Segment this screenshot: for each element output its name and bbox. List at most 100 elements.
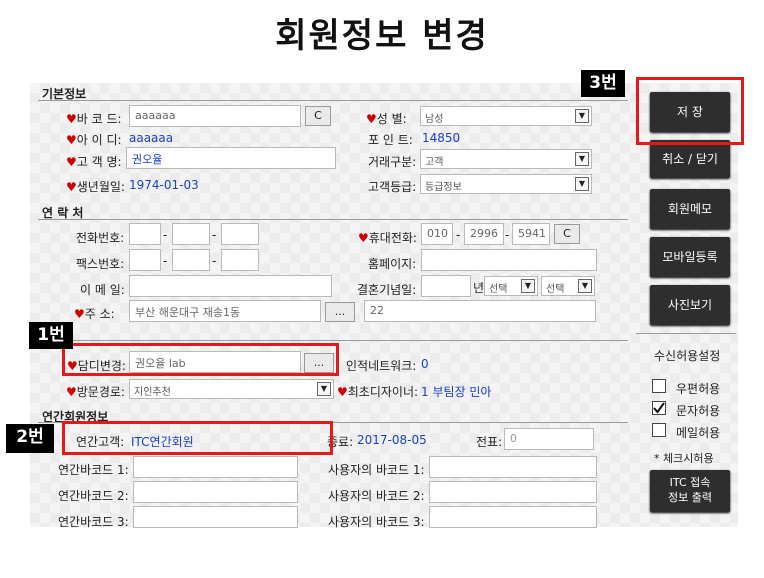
chevron-down-icon: ▼ bbox=[317, 382, 331, 396]
annual-barcode1-input[interactable] bbox=[133, 456, 298, 478]
ticket-label: 전표: bbox=[476, 435, 503, 449]
email-allow-label: 메일허용 bbox=[676, 426, 721, 440]
chevron-down-icon: ▼ bbox=[575, 152, 589, 166]
required-heart-icon: ♥ bbox=[66, 112, 77, 126]
dash: - bbox=[212, 254, 217, 268]
fax-label: 팩스번호: bbox=[76, 257, 125, 271]
anniversary-day-select[interactable]: 선택 ▼ bbox=[541, 276, 595, 296]
chevron-down-icon: ▼ bbox=[521, 279, 535, 293]
phone-part3[interactable] bbox=[221, 223, 259, 245]
grade-label: 고객등급: bbox=[368, 180, 417, 194]
dash: - bbox=[456, 228, 461, 242]
page-title: 회원정보 변경 bbox=[275, 16, 489, 56]
receive-settings-title: 수신허용설정 bbox=[654, 349, 721, 363]
points-label: 포 인 트: bbox=[368, 133, 413, 147]
required-heart-icon: ♥ bbox=[66, 155, 77, 169]
annual-barcode3-input[interactable] bbox=[133, 506, 298, 528]
mobile-part2[interactable]: 2996 bbox=[464, 223, 504, 245]
designer-label: ♥최초디자이너: bbox=[337, 385, 419, 399]
itc-print-button[interactable]: ITC 접속 정보 출력 bbox=[650, 470, 730, 512]
mobile-register-button[interactable]: 모바일등록 bbox=[650, 237, 730, 277]
user-barcode3-label: 사용자의 바코드 3: bbox=[328, 515, 425, 529]
itc-print-line2: 정보 출력 bbox=[668, 491, 712, 504]
end-date-value: 2017-08-05 bbox=[357, 433, 427, 447]
chevron-down-icon: ▼ bbox=[578, 279, 592, 293]
chevron-down-icon: ▼ bbox=[575, 109, 589, 123]
annual-barcode2-input[interactable] bbox=[133, 481, 298, 503]
email-label: 이 메 일: bbox=[80, 283, 125, 297]
dash: - bbox=[163, 254, 168, 268]
mail-allow-checkbox[interactable] bbox=[652, 379, 666, 393]
user-barcode1-label: 사용자의 바코드 1: bbox=[328, 463, 425, 477]
dash: - bbox=[212, 228, 217, 242]
chevron-down-icon: ▼ bbox=[575, 177, 589, 191]
birth-value: 1974-01-03 bbox=[129, 178, 199, 192]
network-label: 인적네트워크: bbox=[346, 359, 417, 373]
sms-allow-checkbox[interactable] bbox=[652, 401, 666, 415]
fax-part3[interactable] bbox=[221, 249, 259, 271]
visit-select[interactable]: 지인추천 ▼ bbox=[129, 379, 334, 399]
tag-2: 2번 bbox=[6, 424, 54, 453]
mail-allow-label: 우편허용 bbox=[676, 382, 721, 396]
mobile-part1[interactable]: 010 bbox=[421, 223, 453, 245]
fax-part1[interactable] bbox=[129, 249, 161, 271]
user-barcode1-input[interactable] bbox=[429, 456, 597, 478]
user-barcode3-input[interactable] bbox=[429, 506, 597, 528]
annual-barcode1-label: 연간바코드 1: bbox=[58, 463, 129, 477]
required-heart-icon: ♥ bbox=[358, 231, 369, 245]
barcode-clear-button[interactable]: C bbox=[305, 106, 331, 126]
email-allow-checkbox[interactable] bbox=[652, 423, 666, 437]
barcode-label: ♥바 코 드: bbox=[66, 112, 122, 126]
designer-value: 1 부팀장 민아 bbox=[421, 385, 492, 399]
grade-select[interactable]: 등급정보 ▼ bbox=[420, 174, 592, 194]
required-heart-icon: ♥ bbox=[66, 180, 77, 194]
mobile-clear-button[interactable]: C bbox=[554, 224, 580, 244]
gender-select[interactable]: 남성 ▼ bbox=[420, 106, 592, 126]
fax-part2[interactable] bbox=[172, 249, 210, 271]
mobile-part3[interactable]: 5941 bbox=[512, 223, 550, 245]
section-divider bbox=[38, 219, 628, 220]
trade-label: 거래구분: bbox=[368, 155, 417, 169]
required-heart-icon: ♥ bbox=[366, 112, 377, 126]
name-input[interactable]: 권오율 bbox=[126, 147, 336, 169]
birth-label: ♥생년월일: bbox=[66, 180, 125, 194]
homepage-input[interactable] bbox=[421, 249, 597, 271]
address-detail-input[interactable]: 22 bbox=[364, 300, 596, 322]
section-divider bbox=[38, 340, 628, 341]
member-memo-button[interactable]: 회원메모 bbox=[650, 189, 730, 229]
sidebar-divider bbox=[636, 333, 736, 334]
user-barcode2-label: 사용자의 바코드 2: bbox=[328, 489, 425, 503]
mobile-label: ♥휴대전화: bbox=[358, 231, 417, 245]
name-label: ♥고 객 명: bbox=[66, 155, 122, 169]
visit-label: ♥방문경로: bbox=[66, 385, 125, 399]
tag-1: 1번 bbox=[29, 322, 73, 349]
id-value: aaaaaa bbox=[129, 131, 174, 145]
section-divider bbox=[38, 100, 628, 101]
points-value: 14850 bbox=[422, 131, 461, 145]
id-label: ♥아 이 디: bbox=[66, 133, 122, 147]
anniversary-month-select[interactable]: 선택 ▼ bbox=[484, 276, 538, 296]
checkmark-icon bbox=[653, 402, 665, 414]
address-search-button[interactable]: ... bbox=[325, 302, 355, 322]
phone-part1[interactable] bbox=[129, 223, 161, 245]
barcode-input[interactable]: aaaaaa bbox=[129, 105, 301, 127]
anniversary-year-input[interactable] bbox=[421, 275, 471, 297]
email-input[interactable] bbox=[129, 275, 332, 297]
address-input[interactable]: 부산 해운대구 재송1동 bbox=[129, 300, 321, 322]
phone-part2[interactable] bbox=[172, 223, 210, 245]
highlight-manager bbox=[62, 343, 339, 376]
gender-label: ♥성 별: bbox=[366, 112, 407, 126]
photo-view-button[interactable]: 사진보기 bbox=[650, 285, 730, 325]
required-heart-icon: ♥ bbox=[66, 385, 77, 399]
check-note: * 체크시허용 bbox=[654, 452, 714, 465]
required-heart-icon: ♥ bbox=[337, 385, 348, 399]
itc-print-line1: ITC 접속 bbox=[669, 476, 711, 489]
annual-barcode3-label: 연간바코드 3: bbox=[58, 515, 129, 529]
ticket-input[interactable]: 0 bbox=[504, 428, 594, 450]
cancel-close-button[interactable]: 취소 / 닫기 bbox=[650, 140, 730, 178]
annual-barcode2-label: 연간바코드 2: bbox=[58, 489, 129, 503]
anniversary-label: 결혼기념일: bbox=[357, 283, 417, 297]
required-heart-icon: ♥ bbox=[74, 307, 85, 321]
user-barcode2-input[interactable] bbox=[429, 481, 597, 503]
trade-select[interactable]: 고객 ▼ bbox=[420, 149, 592, 169]
